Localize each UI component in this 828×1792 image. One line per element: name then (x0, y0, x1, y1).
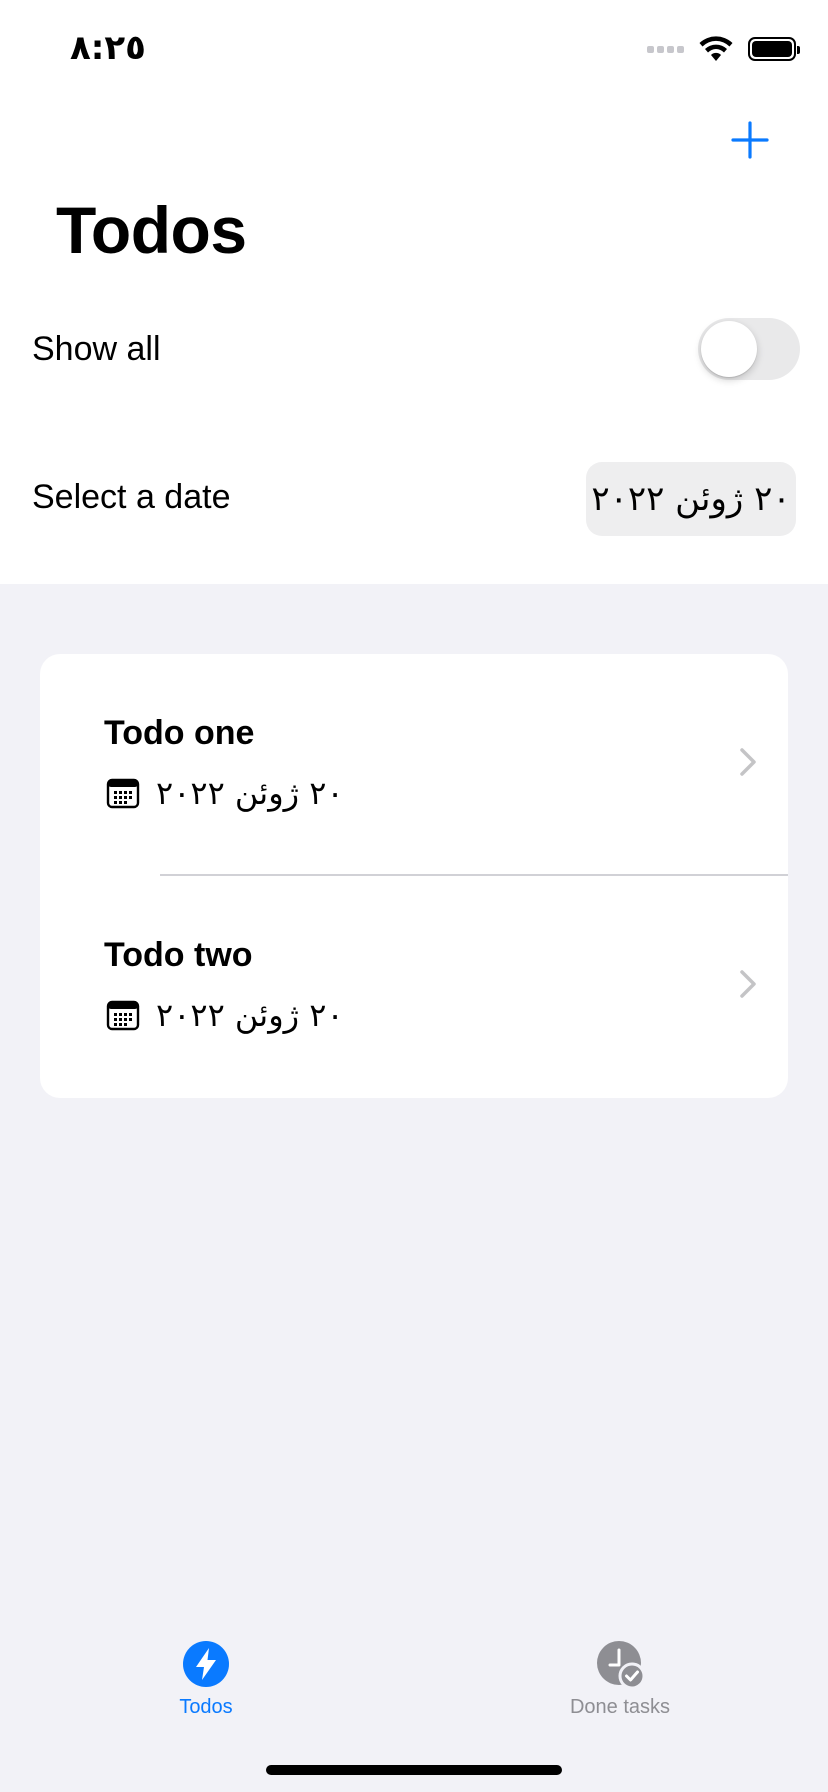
todo-title: Todo two (104, 936, 253, 974)
home-indicator[interactable] (266, 1765, 562, 1775)
chevron-right-icon (740, 970, 756, 998)
clock-check-icon (597, 1641, 644, 1688)
battery-icon (748, 37, 800, 61)
app-screen: ٨:٢٥ Todos Show all Select a date ٢٠ ژوئ… (0, 0, 828, 1792)
show-all-label: Show all (32, 330, 161, 368)
header-area: ٨:٢٥ Todos Show all Select a date ٢٠ ژوئ… (0, 0, 828, 584)
todo-list-item[interactable]: Todo two ٢٠ ژوئن ٢٠٢٢ (40, 876, 788, 1098)
todo-list-item[interactable]: Todo one ٢٠ ژوئن ٢٠٢٢ (40, 654, 788, 876)
cellular-signal-icon (647, 45, 684, 53)
add-todo-button[interactable] (730, 120, 770, 160)
status-indicators (647, 34, 800, 64)
tab-done-tasks[interactable]: Done tasks (510, 1640, 730, 1719)
todo-date: ٢٠ ژوئن ٢٠٢٢ (156, 774, 344, 812)
todo-date-row: ٢٠ ژوئن ٢٠٢٢ (106, 774, 344, 812)
date-picker-button[interactable]: ٢٠ ژوئن ٢٠٢٢ (586, 462, 796, 536)
plus-icon (731, 121, 769, 159)
todo-list: Todo one ٢٠ ژوئن ٢٠٢٢ Todo two ٢٠ ژوئن ٢… (40, 654, 788, 1098)
chevron-right-icon (740, 748, 756, 776)
status-time: ٨:٢٥ (70, 28, 146, 68)
tab-done-tasks-label: Done tasks (569, 1696, 671, 1718)
tab-todos[interactable]: Todos (96, 1640, 316, 1719)
select-date-label: Select a date (32, 478, 231, 516)
show-all-toggle[interactable] (698, 318, 800, 380)
toggle-knob (701, 321, 757, 377)
calendar-icon (106, 778, 140, 809)
todo-date: ٢٠ ژوئن ٢٠٢٢ (156, 996, 344, 1034)
page-title: Todos (56, 193, 247, 267)
todo-date-row: ٢٠ ژوئن ٢٠٢٢ (106, 996, 344, 1034)
bolt-icon (183, 1641, 229, 1687)
tab-todos-label: Todos (179, 1696, 233, 1718)
wifi-icon (699, 36, 733, 61)
todo-title: Todo one (104, 714, 255, 752)
calendar-icon (106, 1000, 140, 1031)
